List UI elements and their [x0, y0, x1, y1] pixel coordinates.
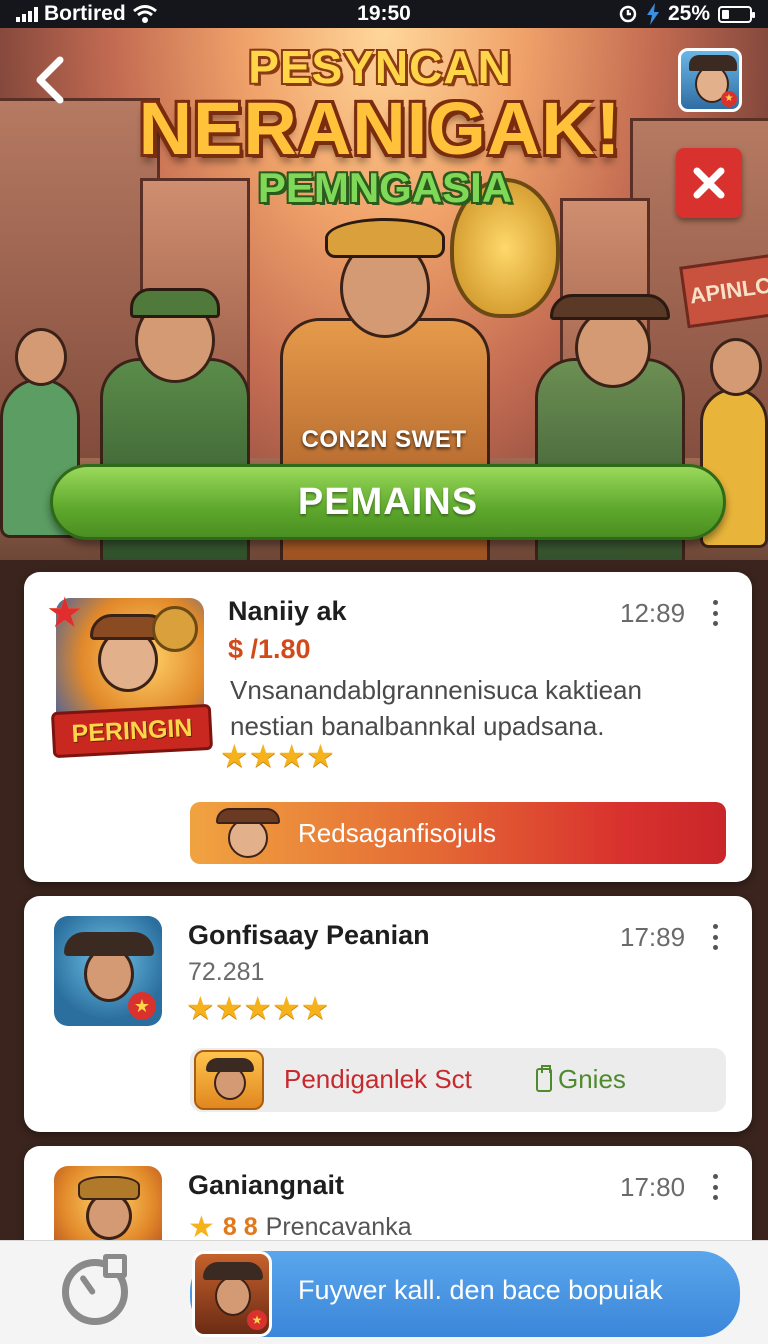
genres-label: Gnies	[558, 1064, 626, 1094]
clipboard-icon	[536, 1064, 552, 1092]
alarm-icon	[619, 5, 637, 23]
card-meta: 72.281	[188, 958, 265, 986]
close-icon[interactable]	[676, 148, 742, 218]
game-thumbnail: ★	[54, 916, 162, 1026]
star-rating: ★★★★★	[186, 990, 330, 1026]
cowboy-avatar-illustration	[210, 802, 290, 864]
signal-icon	[16, 6, 38, 22]
promo-banner-button[interactable]: Redsaganfisojuls	[190, 802, 726, 864]
list-item[interactable]: ★ Gonfisaay Peanian 17:89 72.281 ★★★★★ P…	[24, 896, 752, 1132]
back-arrow-icon[interactable]	[30, 52, 74, 110]
bottom-cta-button[interactable]: ★ Fuywer kall. den bace bopuiak	[190, 1251, 740, 1337]
charging-icon	[646, 3, 659, 25]
genres-action-link[interactable]: Gnies	[536, 1064, 626, 1095]
card-action-row: Pendiganlek Sct Gnies	[190, 1048, 726, 1112]
game-list: ★ PERINGIN Naniiy ak 12:89 $ /1.80 Vnsan…	[0, 560, 768, 1344]
rating-value: 8 8	[222, 1213, 258, 1241]
card-title: Ganiangnait	[188, 1170, 345, 1200]
cta-label: Fuywer kall. den bace bopuiak	[298, 1275, 663, 1305]
star-rating: ★★★★	[220, 738, 335, 774]
card-title: Naniiy ak	[228, 596, 347, 626]
card-time: 12:89	[620, 598, 686, 628]
card-title: Gonfisaay Peanian	[188, 920, 430, 950]
bottom-bar: ★ Fuywer kall. den bace bopuiak	[0, 1240, 768, 1344]
battery-percent: 25%	[667, 2, 710, 25]
game-mini-thumbnail	[194, 1050, 264, 1110]
cta-avatar: ★	[192, 1251, 272, 1337]
thumbnail-ribbon: PERINGIN	[50, 703, 214, 759]
pending-action-link[interactable]: Pendiganlek Sct	[284, 1064, 472, 1095]
status-left: Bortired	[16, 2, 276, 26]
more-vert-icon[interactable]	[710, 1174, 720, 1200]
primary-play-button[interactable]: PEMAINS	[50, 464, 726, 540]
game-title-line2: NERANIGAK!	[138, 87, 622, 170]
promo-banner-label: Redsaganfisojuls	[298, 817, 497, 848]
hero-caption: CON2N SWET	[301, 426, 467, 453]
game-title-line3: PEMNGASIA	[257, 164, 513, 211]
wifi-icon	[132, 5, 157, 23]
more-vert-icon[interactable]	[710, 924, 720, 950]
card-meta-text: Prencavanka	[265, 1213, 412, 1241]
featured-star-icon: ★	[46, 589, 84, 636]
status-right: 25%	[492, 2, 755, 26]
battery-icon	[718, 5, 755, 23]
hero-banner: APINLC PESYNCAN NERANIGAK! PEMNGASIA ★ C…	[0, 28, 768, 588]
card-time: 17:89	[620, 922, 686, 952]
timer-icon[interactable]	[62, 1254, 128, 1325]
list-item[interactable]: ★ PERINGIN Naniiy ak 12:89 $ /1.80 Vnsan…	[24, 572, 752, 882]
profile-avatar[interactable]: ★	[678, 48, 742, 112]
card-price: $ /1.80	[228, 634, 311, 664]
carrier-name: Bortired	[44, 2, 126, 25]
more-vert-icon[interactable]	[710, 600, 720, 626]
status-bar: Bortired 19:50 25%	[0, 0, 768, 28]
status-time: 19:50	[357, 2, 411, 25]
card-time: 17:80	[620, 1172, 686, 1202]
battery-fill	[722, 9, 729, 19]
card-description: Vnsanandablgrannenisuca kaktiean nestian…	[230, 675, 642, 741]
